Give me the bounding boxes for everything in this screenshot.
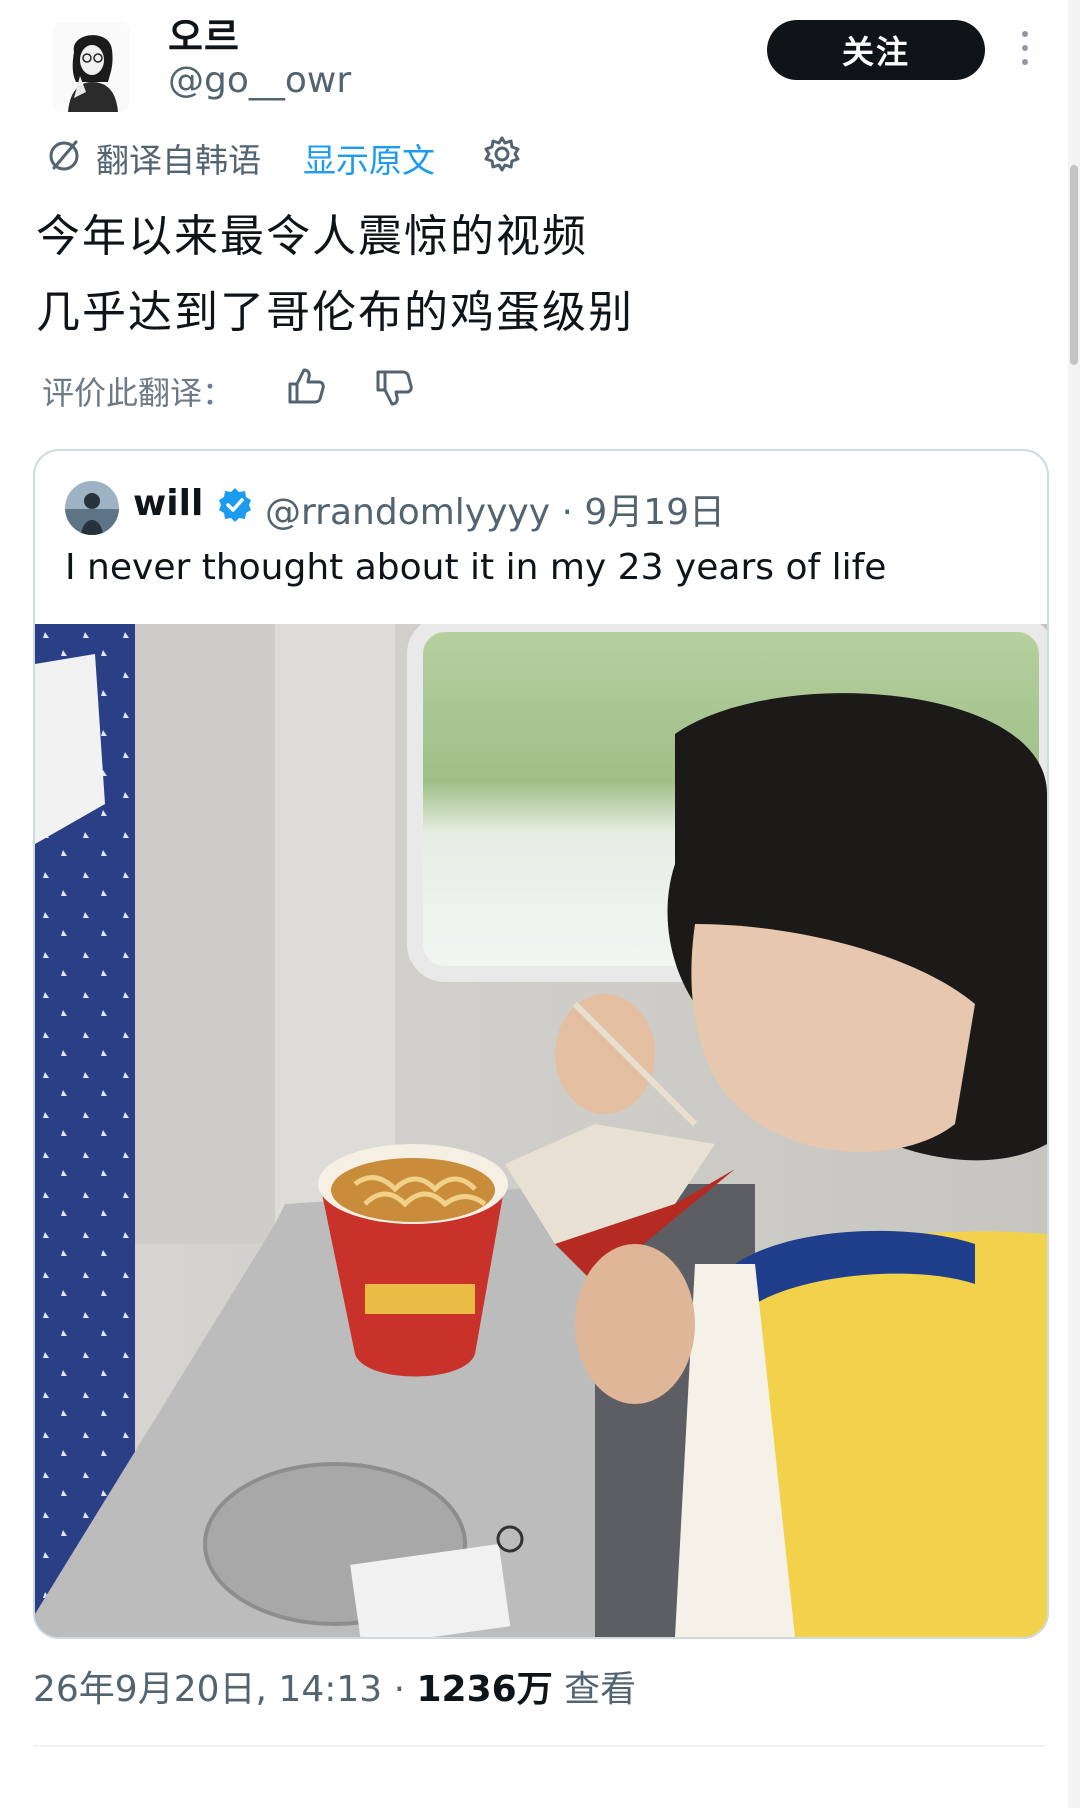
quoted-video[interactable]	[35, 624, 1047, 1637]
quoted-tweet-text: I never thought about it in my 23 years …	[65, 547, 887, 588]
tweet-text-line-2: 几乎达到了哥伦布的鸡蛋级别	[36, 287, 634, 338]
quoted-author-name[interactable]: will	[133, 483, 203, 524]
rate-translation-label: 评价此翻译：	[42, 374, 235, 412]
author-handle[interactable]: @go__owr	[168, 60, 351, 101]
tweet-text-line-1: 今年以来最令人震惊的视频	[36, 211, 588, 262]
timestamp[interactable]: 26年9月20日, 14:13 ·	[33, 1669, 417, 1710]
quoted-author-avatar[interactable]	[65, 481, 119, 535]
translate-icon	[44, 136, 84, 176]
view-count: 1236万	[416, 1669, 553, 1710]
tweet-meta: 26年9月20日, 14:13 · 1236万 查看	[33, 1660, 636, 1712]
quoted-tweet-card[interactable]: will @rrandomlyyyy · 9月19日 I never thoug…	[33, 449, 1049, 1639]
author-display-name[interactable]: 오르	[168, 6, 240, 61]
scrollbar-thumb[interactable]	[1070, 165, 1078, 365]
show-original-link[interactable]: 显示原文	[303, 134, 435, 182]
author-avatar[interactable]	[52, 22, 130, 112]
verified-badge-icon	[215, 485, 255, 525]
more-vertical-icon[interactable]	[1018, 26, 1032, 70]
thumbs-down-icon[interactable]	[372, 366, 416, 410]
follow-button[interactable]: 关注	[767, 20, 985, 80]
translated-from-label: 翻译自韩语	[96, 141, 261, 180]
views-label: 查看	[552, 1669, 637, 1710]
divider	[33, 1745, 1045, 1747]
gear-icon[interactable]	[482, 134, 522, 174]
quoted-handle-date[interactable]: @rrandomlyyyy · 9月19日	[265, 483, 725, 535]
thumbs-up-icon[interactable]	[284, 364, 328, 408]
